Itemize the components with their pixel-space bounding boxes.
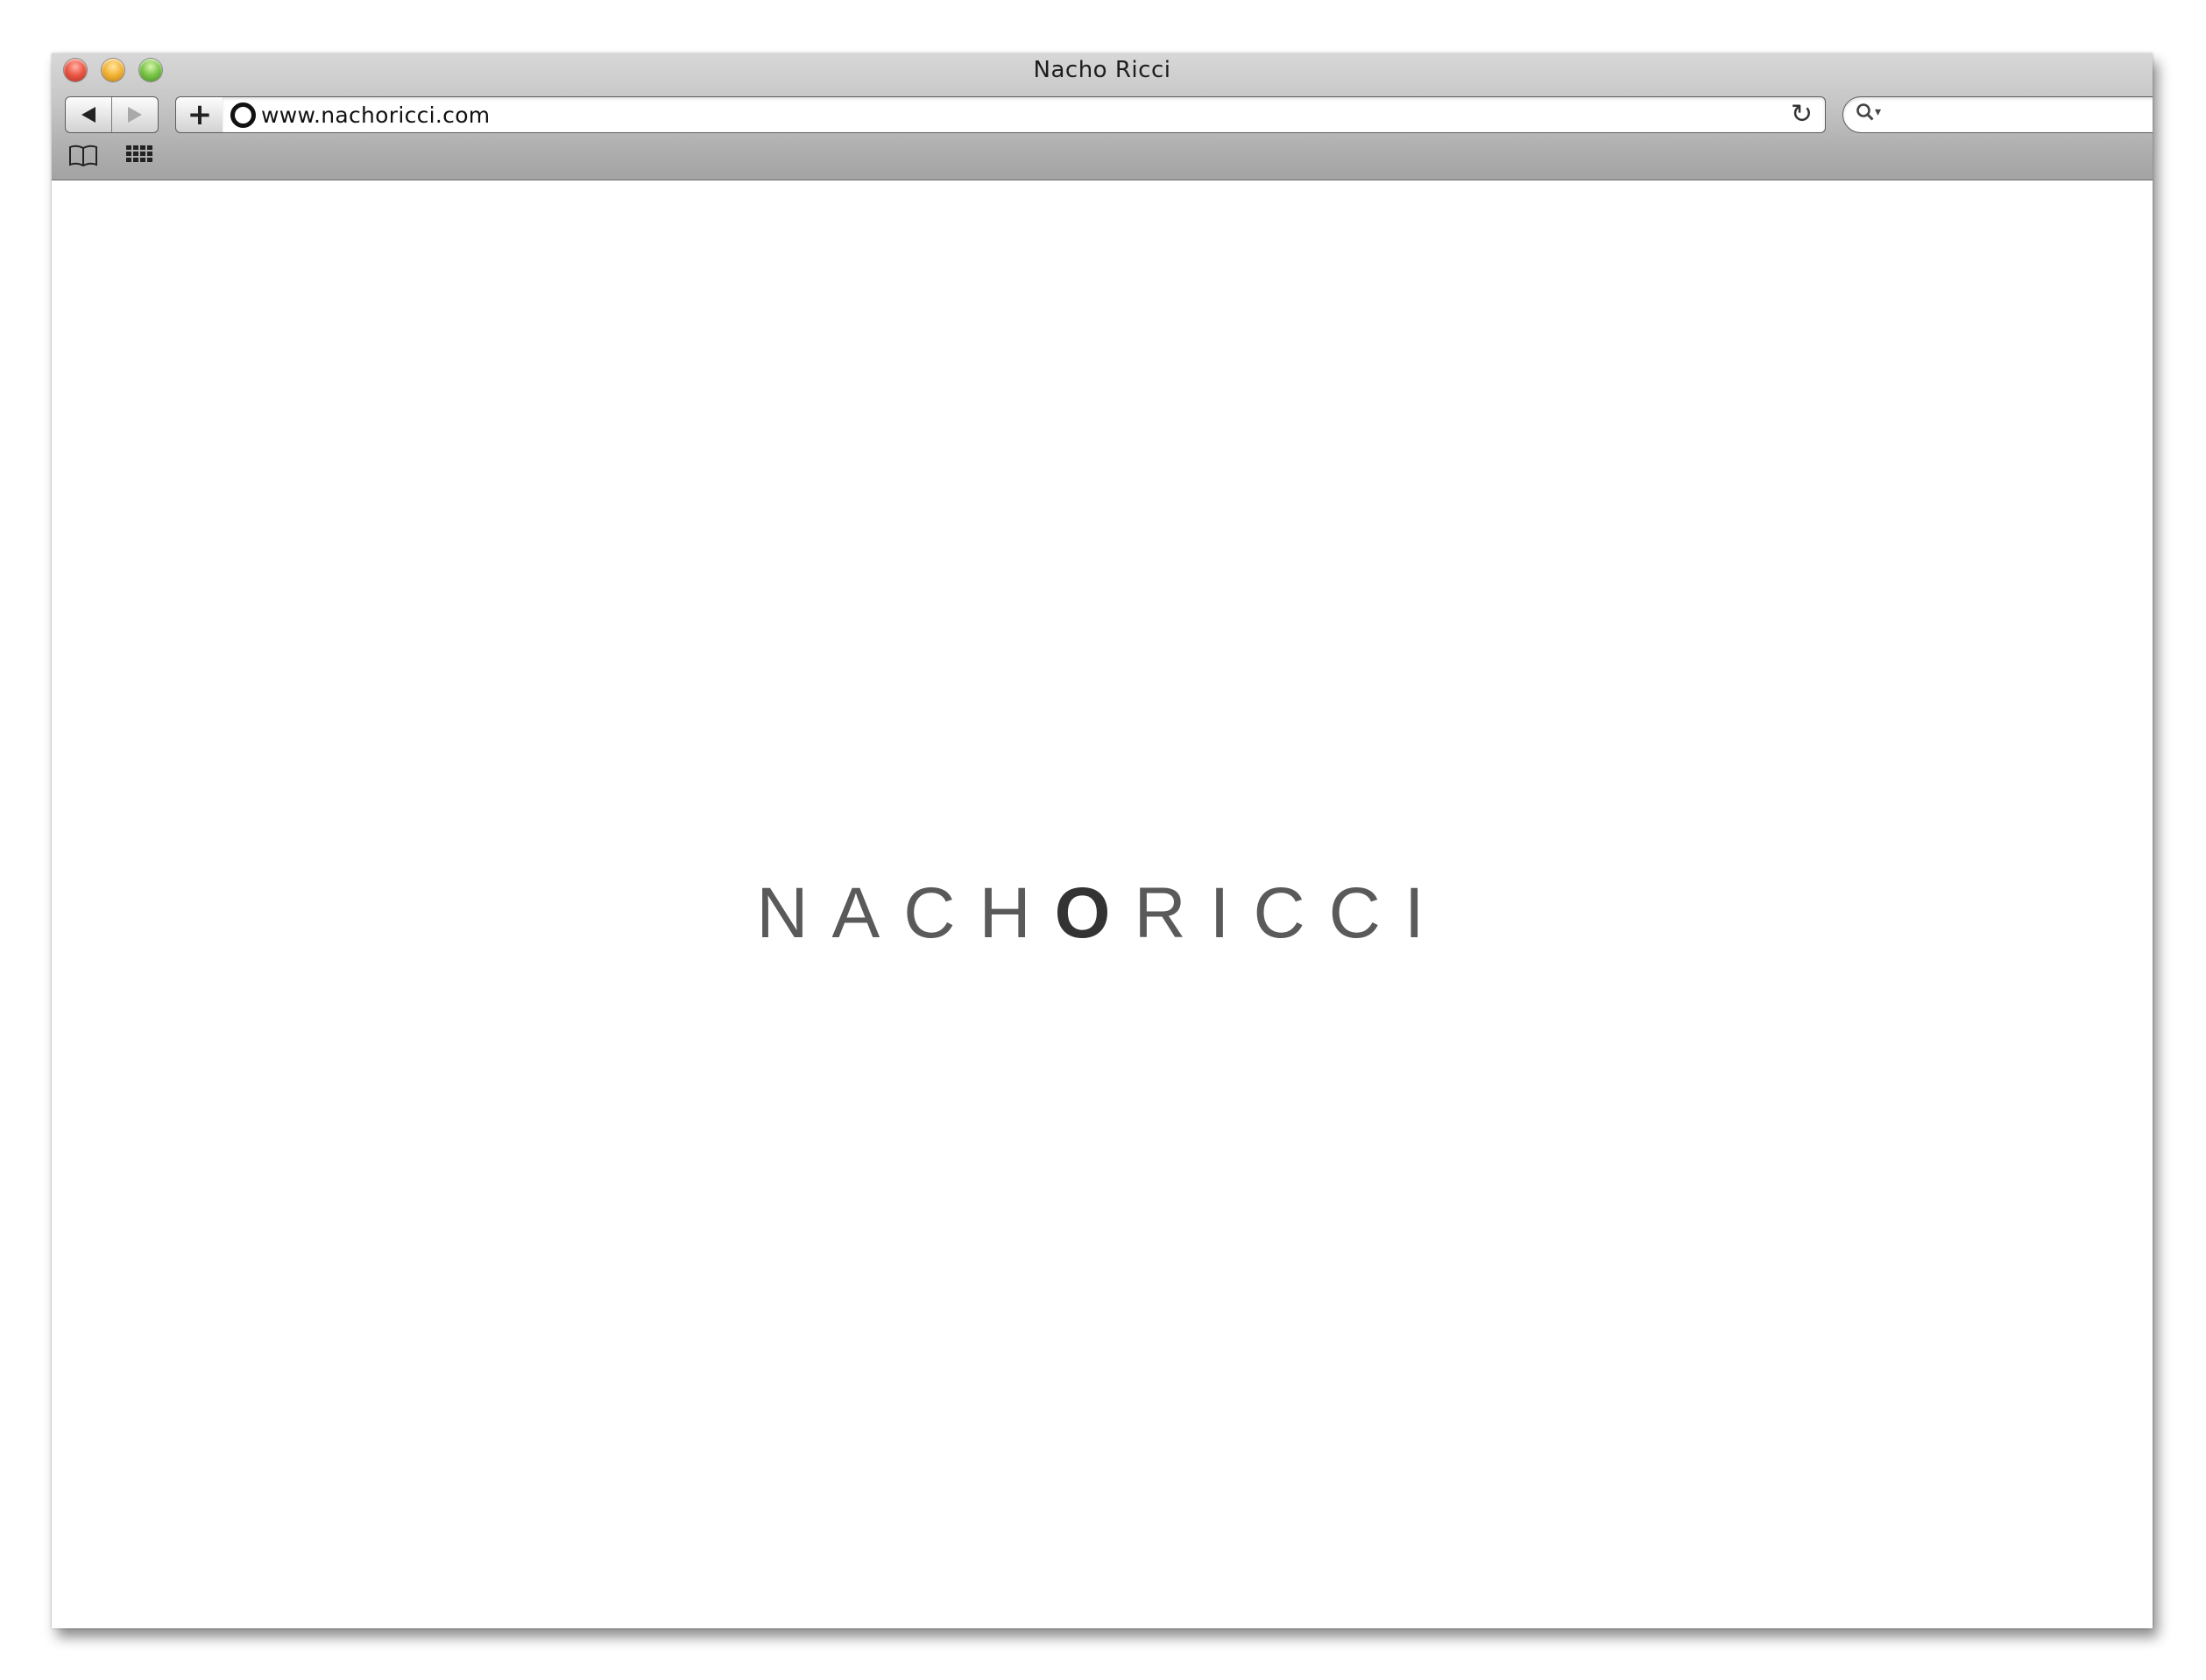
forward-icon <box>128 107 142 123</box>
bookmarks-book-icon[interactable] <box>67 142 99 168</box>
top-sites-grid-icon[interactable] <box>125 145 155 167</box>
browser-window: Nacho Ricci + www.nachoricci.com ↻ ▾ NAC… <box>52 53 2153 1628</box>
search-icon <box>1856 102 1875 127</box>
browser-toolbar: Nacho Ricci + www.nachoricci.com ↻ ▾ <box>52 53 2153 180</box>
search-field[interactable]: ▾ <box>1842 96 2153 133</box>
window-title: Nacho Ricci <box>1033 57 1171 83</box>
reload-icon[interactable]: ↻ <box>1791 101 1813 129</box>
site-logo[interactable]: NACHORICCI <box>52 872 2153 955</box>
logo-text-highlight: O <box>1054 873 1135 953</box>
url-text[interactable]: www.nachoricci.com <box>261 102 490 128</box>
add-bookmark-button[interactable]: + <box>175 96 224 133</box>
logo-text-part1: NACH <box>756 873 1055 953</box>
search-menu-caret-icon[interactable]: ▾ <box>1875 105 1881 119</box>
forward-button[interactable] <box>111 97 158 132</box>
back-icon <box>81 107 95 123</box>
site-favicon <box>230 102 256 128</box>
address-bar[interactable]: www.nachoricci.com ↻ <box>223 96 1826 133</box>
nav-buttons <box>65 96 159 133</box>
page-content: NACHORICCI <box>52 180 2153 1628</box>
back-button[interactable] <box>66 97 111 132</box>
add-bookmark-icon: + <box>187 97 213 132</box>
logo-text-part2: RICCI <box>1134 873 1448 953</box>
